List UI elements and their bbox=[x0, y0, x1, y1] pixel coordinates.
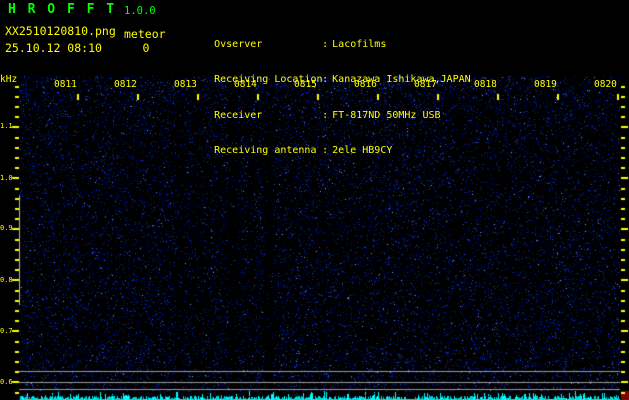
y-axis-label-0.8: 0.8 bbox=[0, 276, 12, 284]
x-axis-label-0816: 0816 bbox=[354, 80, 377, 90]
x-axis-label-0812: 0812 bbox=[114, 80, 137, 90]
hrofft-window: H R O F F T 1.0.0 XX2510120810.png meteo… bbox=[0, 0, 629, 400]
x-axis-label-0817: 0817 bbox=[414, 80, 437, 90]
y-axis-label-1.0: 1.0 bbox=[0, 174, 12, 182]
x-axis-label-0815: 0815 bbox=[294, 80, 317, 90]
x-axis-label-0811: 0811 bbox=[54, 80, 77, 90]
x-axis-label-0820: 0820 bbox=[594, 80, 617, 90]
y-axis-label-0.9: 0.9 bbox=[0, 224, 12, 232]
y-axis-label-0.6: 0.6 bbox=[0, 378, 12, 386]
x-axis-label-0813: 0813 bbox=[174, 80, 197, 90]
y-axis-label-0.7: 0.7 bbox=[0, 327, 12, 335]
axis-labels-layer: 0811 0812 0813 0814 0815 0816 0817 0818 0819 0820… bbox=[0, 0, 629, 400]
y-axis-label-1.1: 1.1 bbox=[0, 122, 12, 130]
x-axis-label-0818: 0818 bbox=[474, 80, 497, 90]
x-axis-label-0819: 0819 bbox=[534, 80, 557, 90]
x-axis-label-0814: 0814 bbox=[234, 80, 257, 90]
